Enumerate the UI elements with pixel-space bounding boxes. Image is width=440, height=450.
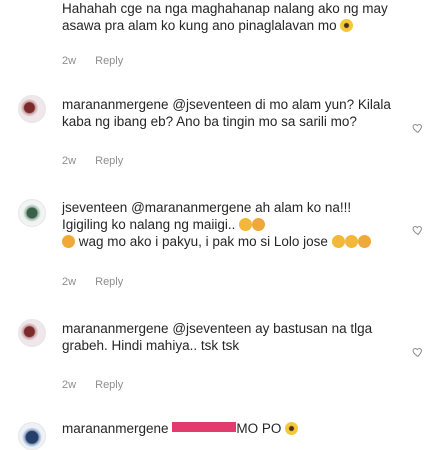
avatar[interactable] bbox=[18, 422, 46, 450]
comment-time: 2w bbox=[62, 276, 77, 288]
comment-meta: 2w Reply bbox=[62, 275, 123, 289]
comment-text: jseventeen @marananmergene ah alam ko na… bbox=[62, 199, 392, 250]
comment-time: 2w bbox=[62, 379, 77, 391]
emoji-icon bbox=[62, 235, 75, 248]
emoji-icon bbox=[252, 218, 266, 231]
comment-username[interactable]: jseventeen bbox=[62, 200, 127, 215]
comment-text: Hahahah cge na nga maghahanap nalang ako… bbox=[62, 1, 388, 33]
comment-text: marananmergene @jseventeen ay bastusan n… bbox=[62, 321, 373, 353]
comment-meta: 2w Reply bbox=[62, 154, 123, 168]
emoji-icon bbox=[239, 218, 253, 231]
heart-icon[interactable] bbox=[412, 122, 424, 134]
reply-button[interactable]: Reply bbox=[95, 155, 123, 167]
avatar[interactable] bbox=[18, 95, 46, 123]
comment-username[interactable]: marananmergene bbox=[62, 97, 169, 112]
heart-icon[interactable] bbox=[412, 346, 424, 358]
comment-text: marananmergene @jseventeen di mo alam yu… bbox=[62, 97, 391, 129]
emoji-icon bbox=[340, 19, 354, 32]
heart-icon[interactable] bbox=[412, 224, 424, 236]
emoji-icon bbox=[331, 235, 345, 248]
comment-username[interactable]: marananmergene bbox=[62, 421, 169, 436]
comment-time: 2w bbox=[62, 55, 77, 67]
avatar[interactable] bbox=[18, 319, 46, 347]
comment-time: 2w bbox=[62, 155, 77, 167]
comment-text: marananmergene MO PO bbox=[62, 420, 392, 437]
reply-button[interactable]: Reply bbox=[95, 276, 123, 288]
reply-button[interactable]: Reply bbox=[95, 55, 123, 67]
avatar[interactable] bbox=[18, 199, 46, 227]
comment-meta: 2w Reply bbox=[62, 54, 123, 68]
emoji-icon bbox=[357, 235, 371, 248]
emoji-icon bbox=[285, 422, 299, 435]
reply-button[interactable]: Reply bbox=[95, 379, 123, 391]
emoji-icon bbox=[344, 235, 358, 248]
comment-meta: 2w Reply bbox=[62, 378, 123, 392]
redaction-bar bbox=[172, 422, 237, 432]
comment-username[interactable]: marananmergene bbox=[62, 321, 169, 336]
